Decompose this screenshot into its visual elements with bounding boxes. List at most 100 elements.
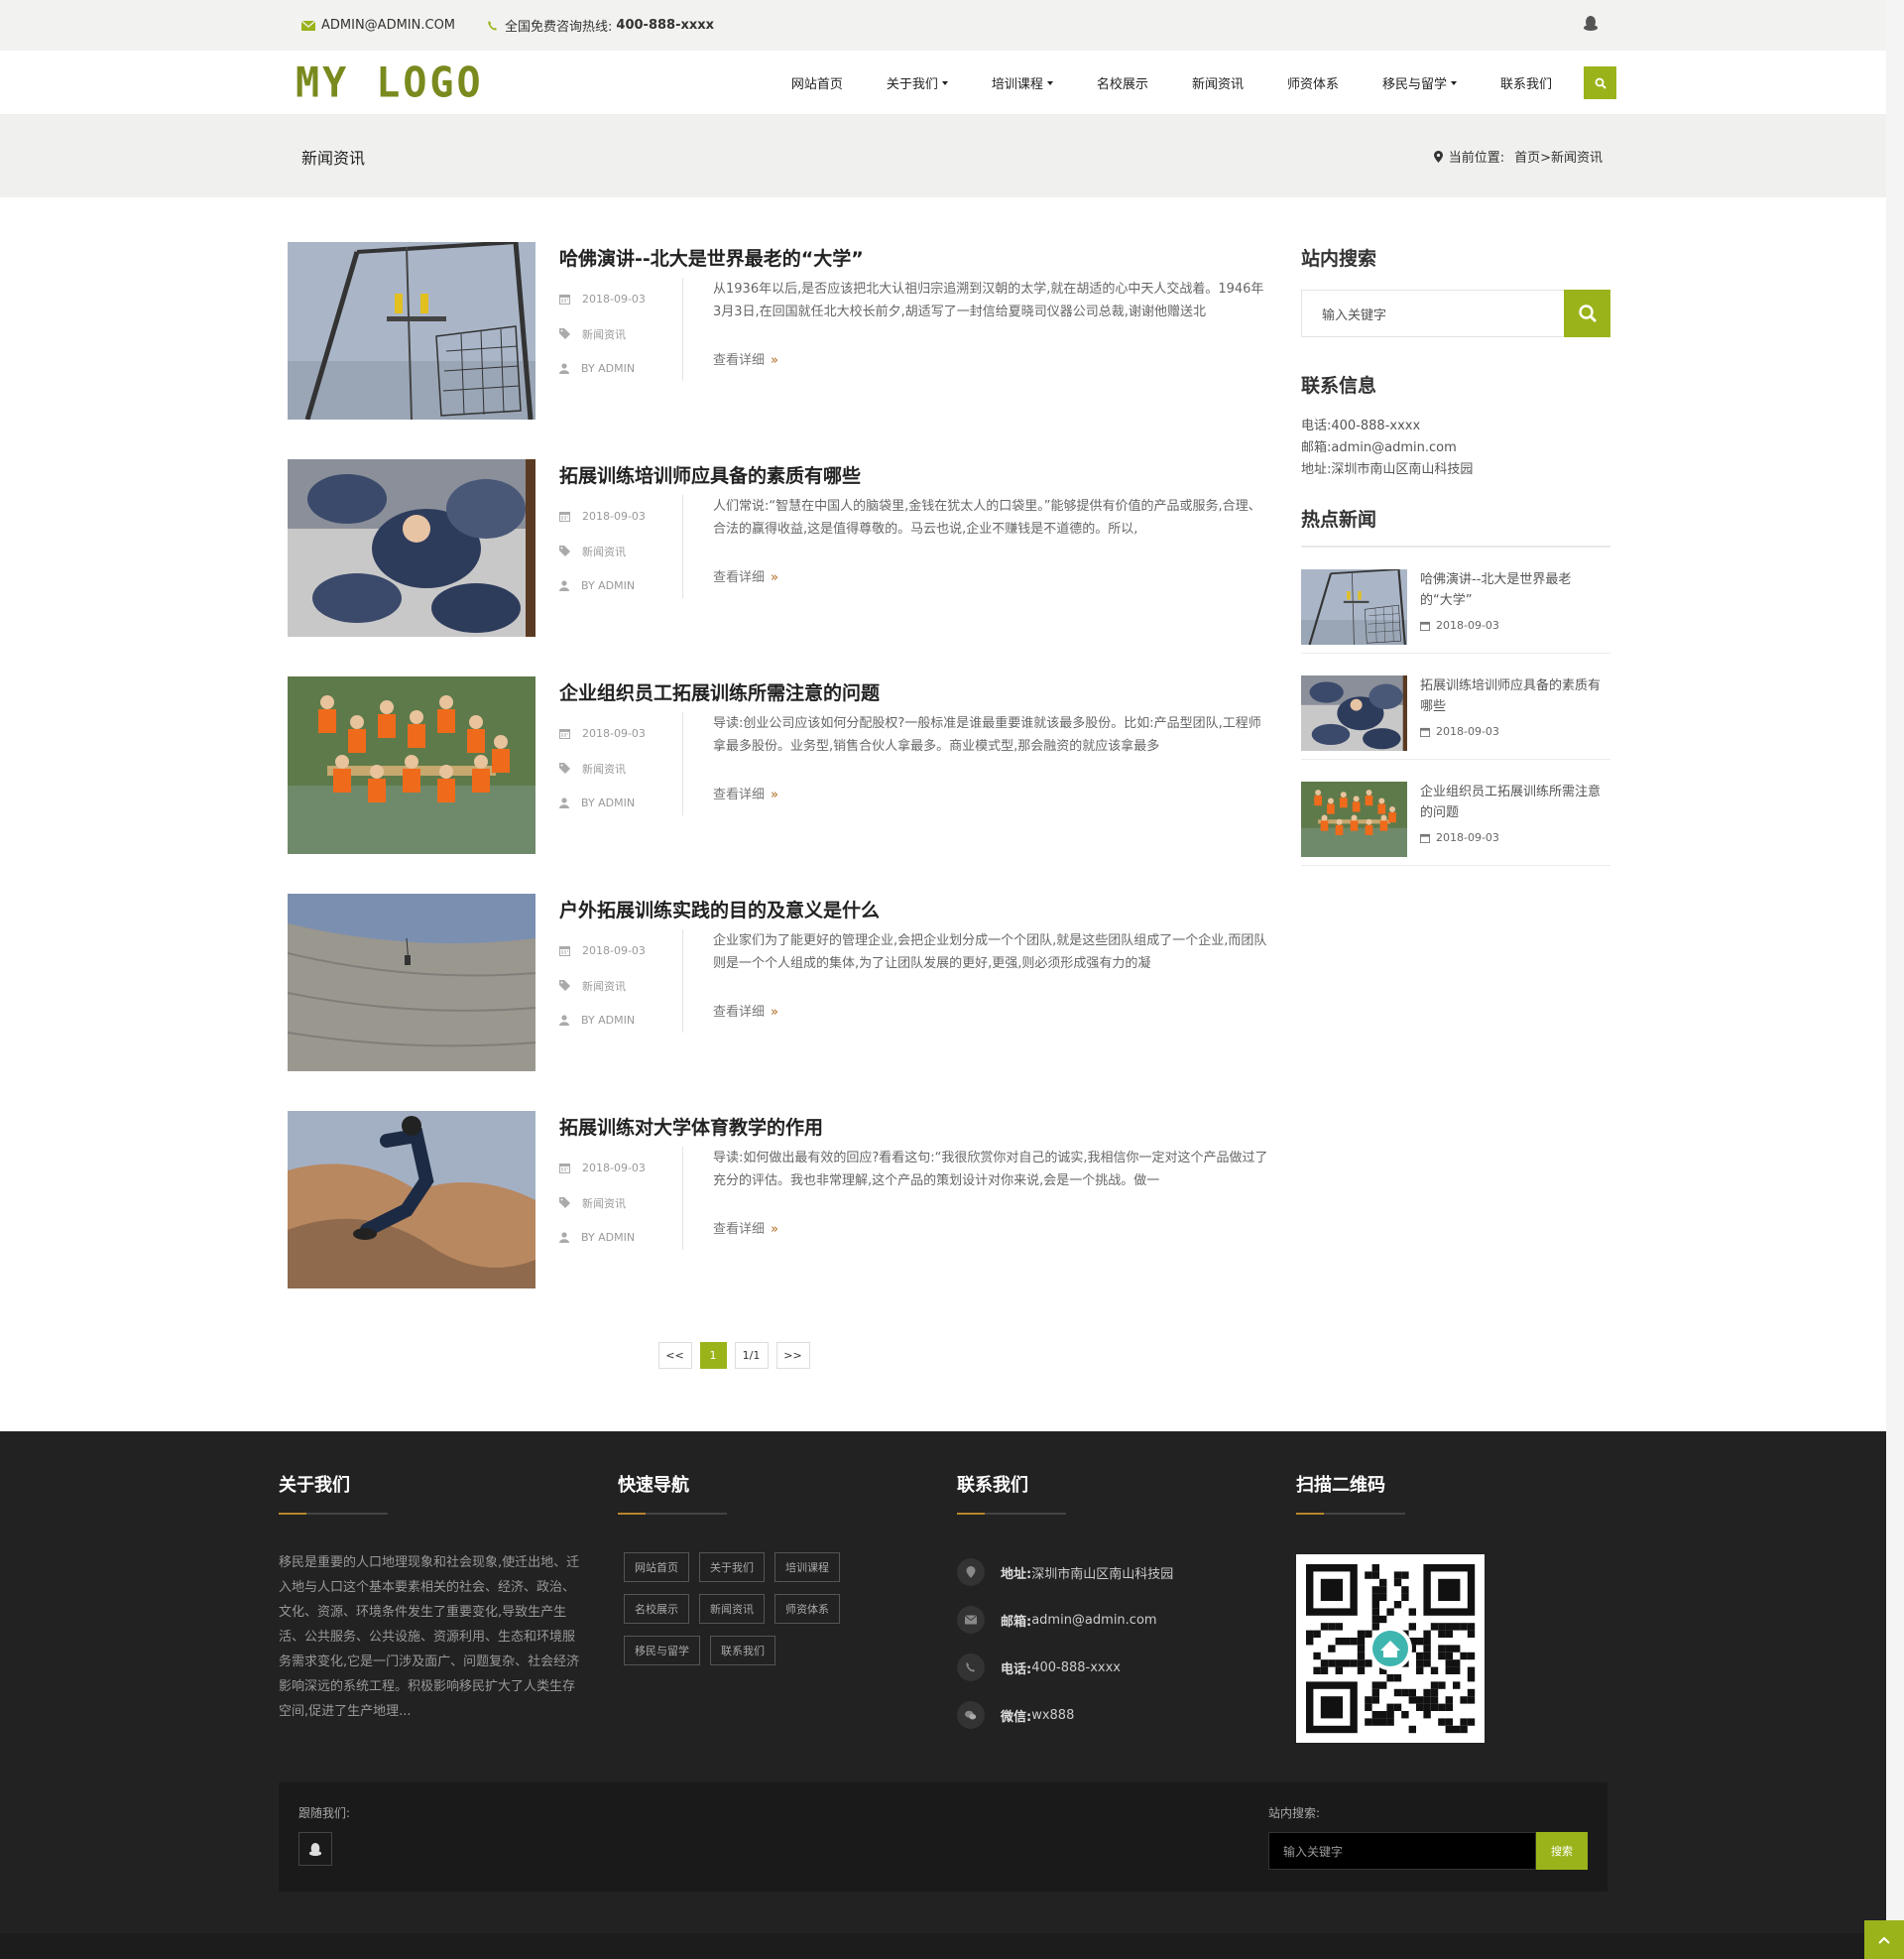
hot-news-title[interactable]: 哈佛演讲--北大是世界最老的“大学” bbox=[1420, 569, 1604, 613]
envelope-icon bbox=[301, 20, 315, 31]
news-date: 2018-09-03 bbox=[582, 944, 646, 957]
page-scrollbar[interactable] bbox=[1886, 0, 1904, 1959]
hot-news-thumbnail[interactable] bbox=[1301, 569, 1407, 645]
sidebar-search-button[interactable] bbox=[1564, 290, 1610, 337]
news-meta: 2018-09-03 新闻资讯 BY ADMIN bbox=[559, 495, 683, 598]
footer-nav-tag[interactable]: 师资体系 bbox=[774, 1594, 840, 1624]
read-more-link[interactable]: 查看详细 » bbox=[713, 1218, 778, 1237]
footer-nav-tag[interactable]: 名校展示 bbox=[624, 1594, 689, 1624]
hot-news-thumbnail[interactable] bbox=[1301, 675, 1407, 751]
hot-news-thumbnail[interactable] bbox=[1301, 782, 1407, 857]
news-author-line: BY ADMIN bbox=[559, 786, 682, 820]
news-thumbnail[interactable] bbox=[288, 894, 536, 1071]
footer-search-label: 站内搜索: bbox=[1268, 1806, 1321, 1820]
news-excerpt-block: 企业家们为了能更好的管理企业,会把企业划分成一个个团队,就是这些团队组成了一个企… bbox=[713, 929, 1268, 1033]
footer-nav-tag[interactable]: 关于我们 bbox=[699, 1552, 765, 1582]
footer-nav-tag[interactable]: 移民与留学 bbox=[624, 1636, 700, 1665]
nav-item-label: 师资体系 bbox=[1286, 77, 1339, 92]
hot-news-title[interactable]: 拓展训练培训师应具备的素质有哪些 bbox=[1420, 675, 1604, 719]
news-category[interactable]: 新闻资讯 bbox=[582, 978, 626, 994]
footer-contact-label: 微信: bbox=[1001, 1709, 1032, 1725]
sidebar-hot-title: 热点新闻 bbox=[1301, 509, 1377, 531]
hot-news-item[interactable]: 哈佛演讲--北大是世界最老的“大学” 2018-09-03 bbox=[1301, 548, 1610, 654]
nav-item-7[interactable]: 联系我们 bbox=[1500, 73, 1552, 92]
news-title[interactable]: 拓展训练培训师应具备的素质有哪些 bbox=[559, 461, 1279, 495]
news-meta: 2018-09-03 新闻资讯 BY ADMIN bbox=[559, 712, 683, 815]
nav-item-6[interactable]: 移民与留学 bbox=[1382, 73, 1457, 92]
pager-next[interactable]: >> bbox=[775, 1342, 810, 1369]
hot-news-item[interactable]: 企业组织员工拓展训练所需注意的问题 2018-09-03 bbox=[1301, 760, 1610, 866]
footer-follow-label: 跟随我们: bbox=[298, 1806, 351, 1820]
news-category[interactable]: 新闻资讯 bbox=[582, 544, 626, 559]
footer-nav-tag[interactable]: 培训课程 bbox=[774, 1552, 840, 1582]
news-thumbnail[interactable] bbox=[288, 676, 536, 854]
footer-nav-tag[interactable]: 联系我们 bbox=[710, 1636, 775, 1665]
footer-contact-label: 邮箱: bbox=[1001, 1614, 1032, 1630]
nav-item-1[interactable]: 关于我们 bbox=[887, 73, 948, 92]
back-to-top-button[interactable] bbox=[1864, 1920, 1904, 1959]
news-title[interactable]: 哈佛演讲--北大是世界最老的“大学” bbox=[559, 244, 1279, 278]
double-chevron-right-icon: » bbox=[771, 1222, 778, 1237]
top-email[interactable]: ADMIN@ADMIN.COM bbox=[301, 18, 455, 33]
nav-item-3[interactable]: 名校展示 bbox=[1097, 73, 1148, 92]
news-author: BY ADMIN bbox=[581, 1231, 636, 1244]
footer-search-button[interactable]: 搜索 bbox=[1536, 1832, 1588, 1870]
footer-contact: 联系我们 地址: 深圳市南山区南山科技园 邮箱: admin@admin.com 电话:… bbox=[957, 1471, 1296, 1743]
phone-icon bbox=[957, 1653, 985, 1681]
sidebar-contact-title: 联系信息 bbox=[1301, 375, 1377, 397]
footer-nav-title: 快速导航 bbox=[618, 1475, 689, 1496]
footer-divider bbox=[957, 1513, 1066, 1515]
nav-search-button[interactable] bbox=[1584, 66, 1616, 99]
pager-total: 1/1 bbox=[734, 1342, 769, 1369]
site-logo[interactable]: MY LOGO bbox=[296, 59, 484, 106]
breadcrumb-path[interactable]: 首页>新闻资讯 bbox=[1514, 147, 1603, 166]
tag-icon bbox=[559, 328, 570, 339]
tag-icon bbox=[559, 980, 570, 991]
nav-item-5[interactable]: 师资体系 bbox=[1287, 73, 1339, 92]
news-title[interactable]: 拓展训练对大学体育教学的作用 bbox=[559, 1113, 1279, 1147]
sidebar-search: 输入关键字 bbox=[1301, 290, 1610, 337]
search-icon bbox=[1578, 305, 1597, 322]
pager-current[interactable]: 1 bbox=[699, 1342, 727, 1369]
news-author: BY ADMIN bbox=[581, 1014, 636, 1027]
news-category[interactable]: 新闻资讯 bbox=[582, 1195, 626, 1211]
hot-news-item[interactable]: 拓展训练培训师应具备的素质有哪些 2018-09-03 bbox=[1301, 654, 1610, 760]
news-thumbnail[interactable] bbox=[288, 242, 536, 420]
nav-item-4[interactable]: 新闻资讯 bbox=[1192, 73, 1244, 92]
footer-nav-tag[interactable]: 网站首页 bbox=[624, 1552, 689, 1582]
hot-news-title[interactable]: 企业组织员工拓展训练所需注意的问题 bbox=[1420, 782, 1604, 825]
nav-item-2[interactable]: 培训课程 bbox=[992, 73, 1053, 92]
news-title[interactable]: 企业组织员工拓展训练所需注意的问题 bbox=[559, 678, 1279, 712]
footer-qq-button[interactable] bbox=[298, 1832, 332, 1866]
news-title[interactable]: 户外拓展训练实践的目的及意义是什么 bbox=[559, 896, 1279, 929]
news-category[interactable]: 新闻资讯 bbox=[582, 761, 626, 777]
sidebar-contact-info: 电话:400-888-xxxx 邮箱:admin@admin.com 地址:深圳… bbox=[1301, 416, 1610, 481]
sidebar-search-input[interactable]: 输入关键字 bbox=[1301, 290, 1564, 337]
news-author: BY ADMIN bbox=[581, 362, 636, 375]
qq-icon[interactable] bbox=[1583, 15, 1599, 36]
news-author-line: BY ADMIN bbox=[559, 351, 682, 386]
calendar-icon bbox=[1420, 833, 1430, 843]
qr-code-image bbox=[1296, 1554, 1485, 1743]
read-more-link[interactable]: 查看详细 » bbox=[713, 1001, 778, 1020]
nav-item-0[interactable]: 网站首页 bbox=[791, 73, 843, 92]
read-more-link[interactable]: 查看详细 » bbox=[713, 349, 778, 368]
news-thumbnail[interactable] bbox=[288, 459, 536, 637]
news-row: 2018-09-03 新闻资讯 BY ADMIN 企业家们为了能更好的管理企业,会把企… bbox=[559, 929, 1279, 1033]
hotline-label: 全国免费咨询热线: bbox=[505, 20, 613, 35]
pager-prev[interactable]: << bbox=[657, 1342, 692, 1369]
news-excerpt: 企业家们为了能更好的管理企业,会把企业划分成一个个团队,就是这些团队组成了一个企… bbox=[713, 933, 1267, 971]
news-category-line: 新闻资讯 bbox=[559, 751, 682, 786]
news-excerpt-block: 导读:如何做出最有效的回应?看看这句:“我很欣赏你对自己的诚实,我相信你一定对这… bbox=[713, 1147, 1268, 1250]
news-thumbnail[interactable] bbox=[288, 1111, 536, 1288]
read-more-link[interactable]: 查看详细 » bbox=[713, 784, 778, 802]
footer-about-title: 关于我们 bbox=[279, 1475, 350, 1496]
footer-search-input[interactable]: 输入关键字 bbox=[1268, 1832, 1536, 1870]
news-date-line: 2018-09-03 bbox=[559, 933, 682, 968]
footer-nav-tag[interactable]: 新闻资讯 bbox=[699, 1594, 765, 1624]
hot-news-date: 2018-09-03 bbox=[1436, 831, 1499, 844]
footer-bottom-strip bbox=[0, 1933, 1886, 1959]
read-more-link[interactable]: 查看详细 » bbox=[713, 566, 778, 585]
news-category[interactable]: 新闻资讯 bbox=[582, 326, 626, 342]
news-date: 2018-09-03 bbox=[582, 293, 646, 306]
